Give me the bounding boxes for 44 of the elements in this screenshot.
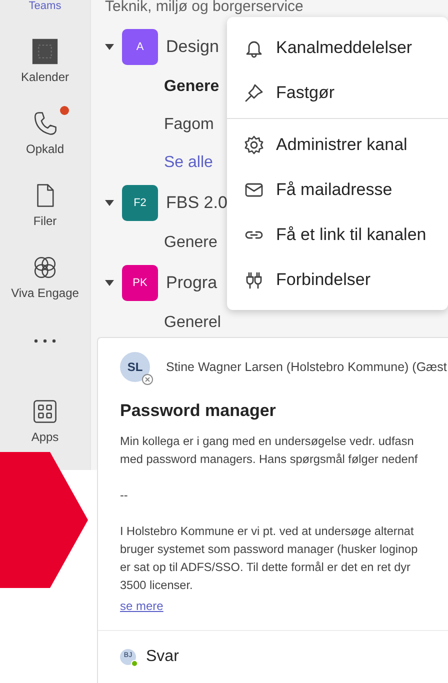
see-all-link[interactable]: Se alle [164, 151, 213, 175]
pin-icon [244, 82, 264, 102]
channel-name[interactable]: Genere [164, 231, 218, 255]
collapse-caret-icon [105, 200, 114, 206]
rail-label[interactable]: Kalender [20, 68, 70, 86]
team-name[interactable]: Design [166, 34, 219, 60]
post-text-line: er sat op til ADFS/SSO. Til dette formål er det en ret dyr [120, 558, 412, 576]
team-avatar: A [122, 29, 158, 65]
menu-item[interactable]: Administrer kanal [227, 122, 448, 167]
plug-icon [244, 270, 264, 290]
see-more-link[interactable]: se mere [120, 598, 164, 612]
collapse-caret-icon [105, 280, 114, 286]
team-avatar: PK [122, 265, 158, 301]
reply-link[interactable]: Svar [146, 644, 179, 668]
menu-item[interactable]: Få et link til kanalen [227, 212, 448, 257]
post-text-line: 3500 licenser. [120, 576, 194, 594]
author-avatar: SL [120, 352, 150, 382]
guest-status-icon [142, 374, 153, 385]
rail-label[interactable]: Apps [31, 428, 59, 446]
post-text-line: bruger systemet som password manager (husker loginop [120, 540, 419, 558]
rail-label[interactable]: Opkald [26, 140, 64, 158]
post-text-line: Min kollega er i gang med en undersøgelse vedr. udfasn [120, 432, 415, 450]
rail-label[interactable]: Viva Engage [11, 284, 79, 302]
calendar-icon[interactable] [30, 38, 60, 65]
menu-item[interactable]: Kanalmeddelelser [227, 25, 448, 70]
rail-label[interactable]: Teams [28, 0, 62, 14]
menu-item[interactable]: Forbindelser [227, 257, 448, 302]
author-name: Stine Wagner Larsen (Holstebro Kommune) (Gæst [166, 358, 447, 376]
menu-item[interactable]: Fastgør [227, 70, 448, 115]
team-name[interactable]: FBS 2.0 [166, 190, 228, 216]
presence-dot [131, 660, 138, 666]
channel-name[interactable]: Generel [164, 311, 221, 335]
team-avatar: F2 [122, 185, 158, 221]
post-text-line: med password managers. Hans spørgsmål følger nedenf [120, 450, 419, 468]
settings-icon [244, 134, 264, 154]
channel-name[interactable]: Genere [164, 75, 220, 99]
team-name[interactable]: Progra [166, 270, 218, 296]
collapse-caret-icon [105, 44, 114, 50]
rail-label[interactable]: Filer [33, 212, 57, 230]
post-title: Password manager [120, 400, 277, 422]
post-text-line: -- [120, 486, 129, 504]
channel-name[interactable]: Fagom [164, 113, 214, 137]
menu-item[interactable]: Få mailadresse [227, 167, 448, 212]
post-text-line: I Holstebro Kommune er vi pt. ved at undersøge alternat [120, 522, 415, 540]
